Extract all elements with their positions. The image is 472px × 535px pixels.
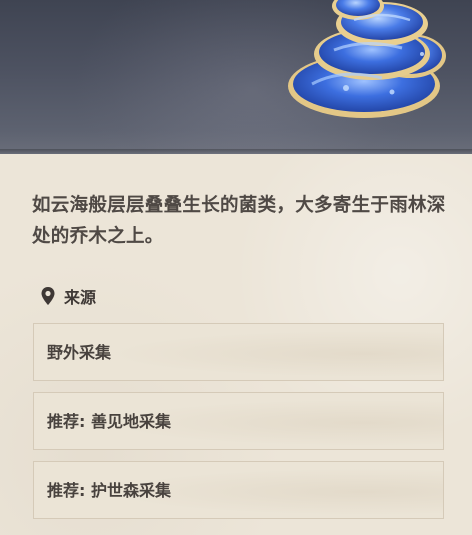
item-header: [0, 0, 472, 154]
location-pin-icon: [41, 287, 55, 305]
source-item-recommended-vimara[interactable]: 推荐: 善见地采集: [33, 392, 444, 450]
source-item-wild-gathering[interactable]: 野外采集: [33, 323, 444, 381]
blue-layered-mushroom-icon: [288, 0, 446, 118]
source-item-label: 推荐: 善见地采集: [47, 412, 171, 431]
item-details-panel: 如云海般层层叠叠生长的菌类，大多寄生于雨林深处的乔木之上。 来源 野外采集 推荐…: [0, 154, 472, 535]
source-title: 来源: [64, 288, 97, 307]
source-item-recommended-forest[interactable]: 推荐: 护世森采集: [33, 461, 444, 519]
source-item-label: 野外采集: [47, 343, 112, 362]
source-item-label: 推荐: 护世森采集: [47, 481, 171, 500]
source-header: 来源: [40, 284, 96, 308]
item-description: 如云海般层层叠叠生长的菌类，大多寄生于雨林深处的乔木之上。: [32, 195, 446, 247]
